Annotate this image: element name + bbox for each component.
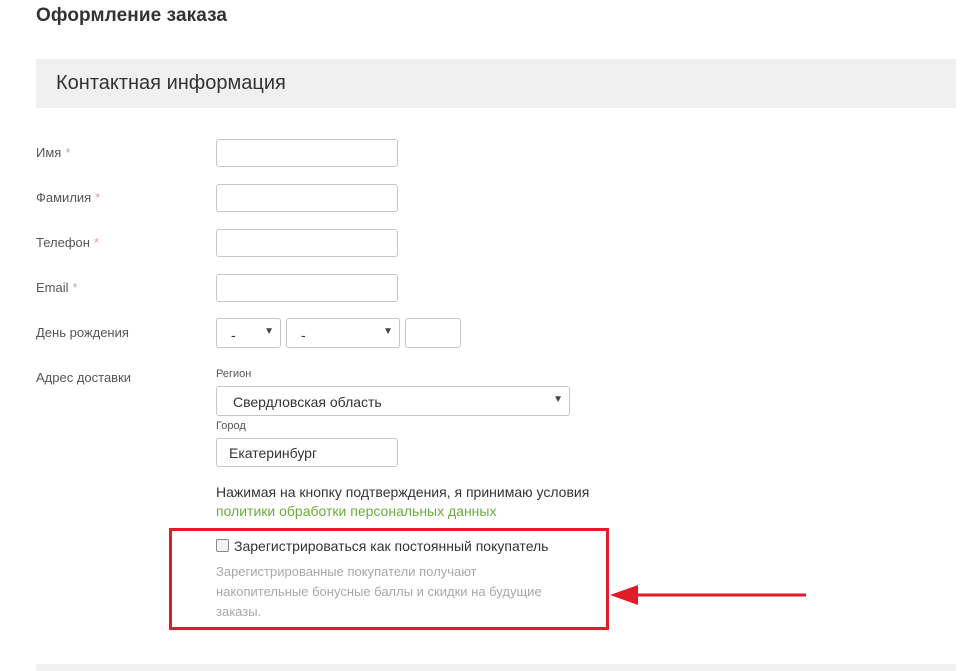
register-label[interactable]: Зарегистрироваться как постоянный покупа… bbox=[234, 538, 548, 554]
region-value: Свердловская область bbox=[233, 394, 382, 410]
email-label: Email * bbox=[36, 280, 78, 295]
surname-input[interactable] bbox=[216, 184, 398, 212]
required-mark: * bbox=[72, 280, 78, 295]
phone-label-text: Телефон bbox=[36, 235, 90, 250]
region-select[interactable]: Свердловская область ▼ bbox=[216, 386, 570, 416]
register-note: Зарегистрированные покупатели получают н… bbox=[216, 564, 542, 619]
page-title: Оформление заказа bbox=[36, 5, 228, 26]
name-input[interactable] bbox=[216, 139, 398, 167]
birthday-day-value: - bbox=[231, 327, 236, 343]
birthday-month-select[interactable]: - ▼ bbox=[286, 318, 400, 348]
region-label: Регион bbox=[216, 368, 252, 380]
required-mark: * bbox=[93, 235, 99, 250]
register-row[interactable]: Зарегистрироваться как постоянный покупа… bbox=[216, 538, 548, 554]
chevron-down-icon: ▼ bbox=[264, 326, 274, 337]
city-label: Город bbox=[216, 420, 246, 432]
birthday-day-select[interactable]: - ▼ bbox=[216, 318, 281, 348]
email-label-text: Email bbox=[36, 280, 69, 295]
chevron-down-icon: ▼ bbox=[553, 394, 563, 405]
city-input[interactable] bbox=[216, 438, 398, 467]
surname-label: Фамилия * bbox=[36, 190, 100, 205]
consent-prefix: Нажимая на кнопку подтверждения, я прини… bbox=[216, 484, 590, 500]
privacy-policy-link[interactable]: политики обработки персональных данных bbox=[216, 503, 496, 519]
birthday-label: День рождения bbox=[36, 325, 129, 340]
next-section-header bbox=[36, 664, 956, 671]
required-mark: * bbox=[95, 190, 101, 205]
required-mark: * bbox=[65, 145, 71, 160]
consent-text: Нажимая на кнопку подтверждения, я прини… bbox=[216, 483, 596, 521]
register-checkbox[interactable] bbox=[216, 539, 229, 552]
checkout-page: Оформление заказа Контактная информация … bbox=[0, 0, 969, 671]
section-title: Контактная информация bbox=[56, 72, 286, 94]
birthday-month-value: - bbox=[301, 327, 306, 343]
phone-input[interactable] bbox=[216, 229, 398, 257]
address-label: Адрес доставки bbox=[36, 370, 132, 385]
surname-label-text: Фамилия bbox=[36, 190, 92, 205]
chevron-down-icon: ▼ bbox=[383, 326, 393, 337]
annotation-arrow-icon bbox=[610, 585, 806, 605]
section-header: Контактная информация bbox=[36, 59, 956, 108]
name-label: Имя * bbox=[36, 145, 70, 160]
email-input[interactable] bbox=[216, 274, 398, 302]
birthday-year-input[interactable] bbox=[405, 318, 461, 348]
phone-label: Телефон * bbox=[36, 235, 99, 250]
name-label-text: Имя bbox=[36, 145, 62, 160]
